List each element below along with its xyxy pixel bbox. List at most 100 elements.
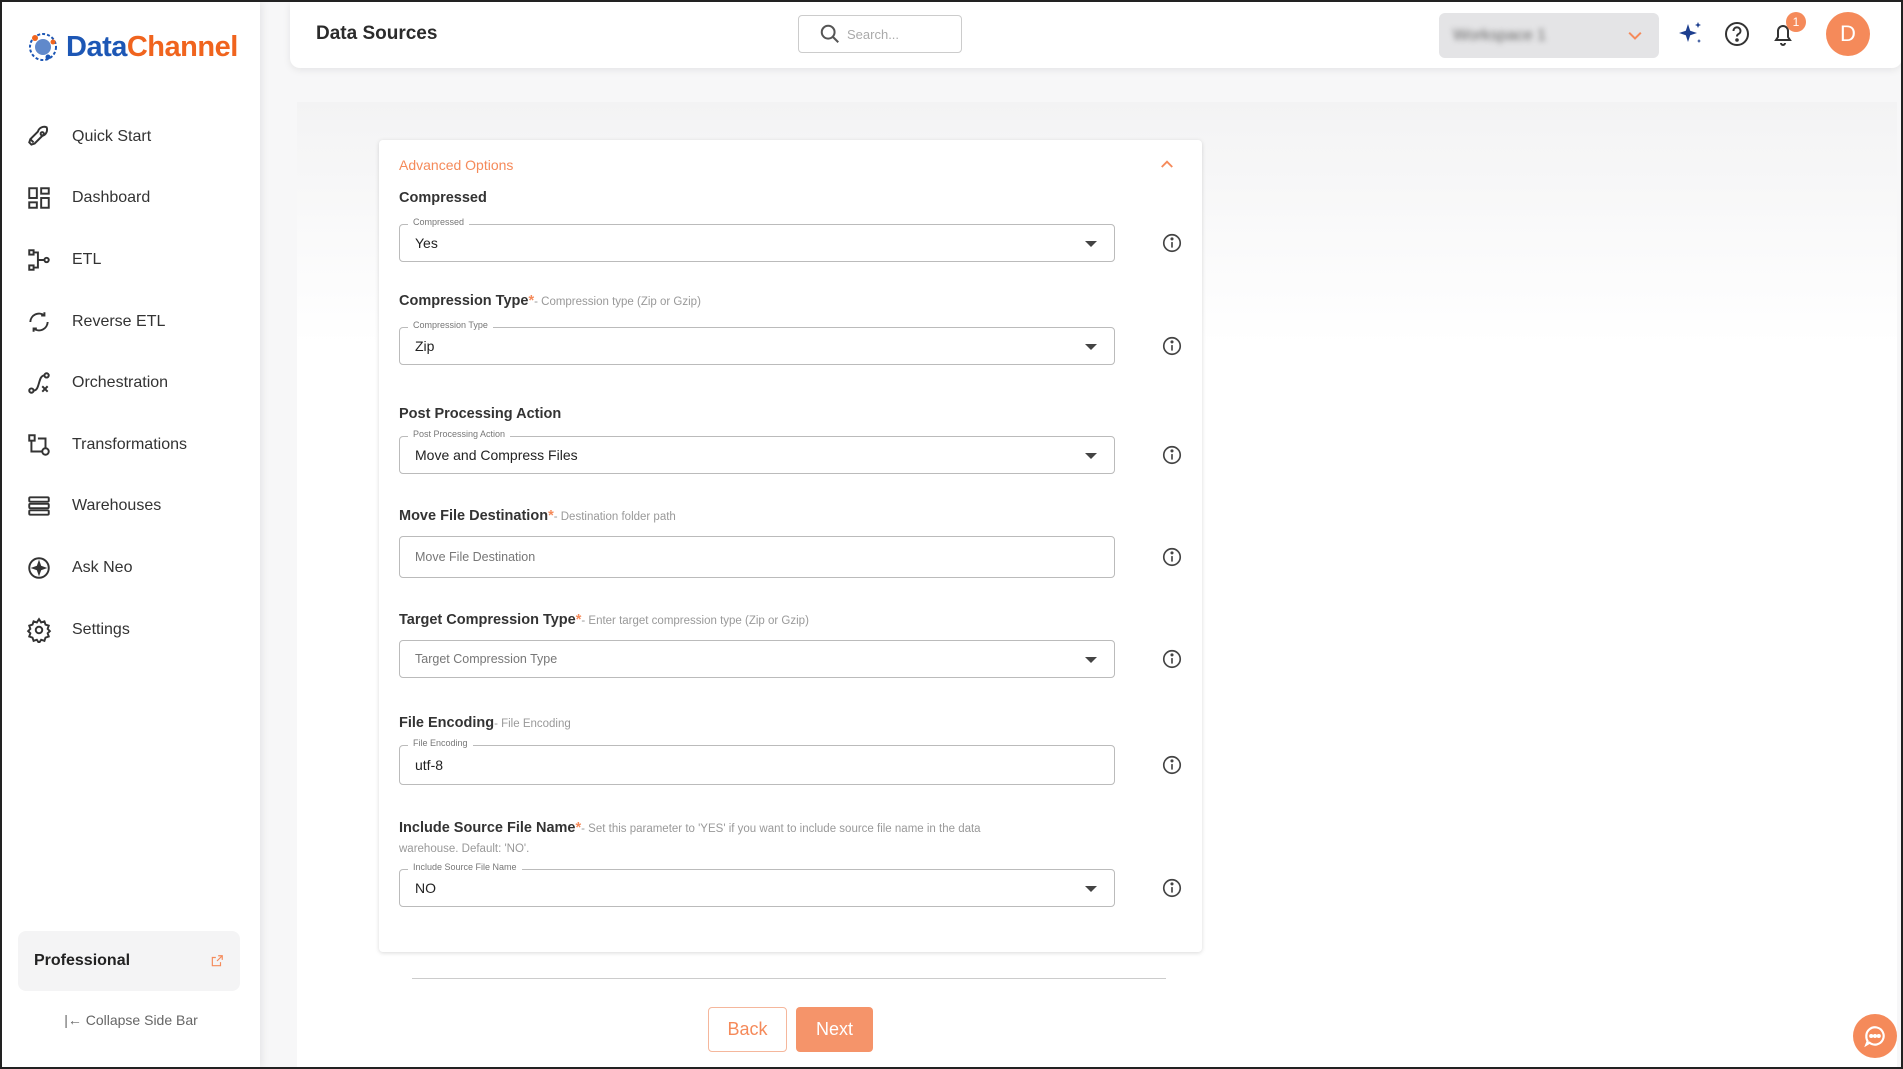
orchestration-icon	[28, 372, 50, 394]
sidebar-item-label: Ask Neo	[72, 558, 133, 576]
post-processing-action-field: Post Processing Action Post Processing A…	[399, 406, 1195, 474]
select-value: Move and Compress Files	[415, 447, 578, 463]
input-value: utf-8	[415, 757, 444, 773]
help-icon[interactable]	[1722, 19, 1752, 49]
field-label: File Encoding- File Encoding	[399, 715, 1195, 731]
search-input[interactable]	[847, 26, 957, 42]
float-label: File Encoding	[408, 738, 473, 748]
back-button[interactable]: Back	[708, 1007, 787, 1052]
sidebar-item-label: Dashboard	[72, 189, 151, 207]
sidebar-item-quick-start[interactable]: Quick Start	[2, 106, 260, 168]
target-compression-type-field: Target Compression Type*- Enter target c…	[399, 612, 1195, 678]
field-hint: - Destination folder path	[553, 511, 676, 523]
rocket-icon	[28, 125, 48, 146]
external-link-icon[interactable]	[210, 954, 224, 968]
info-icon[interactable]	[1161, 444, 1183, 466]
section-title[interactable]: Advanced Options	[399, 157, 513, 173]
chevron-up-icon[interactable]	[1158, 155, 1176, 173]
info-icon[interactable]	[1161, 232, 1183, 254]
select-placeholder: Target Compression Type	[415, 652, 558, 666]
transformations-icon	[28, 434, 50, 456]
compressed-select[interactable]: Compressed Yes	[399, 217, 1115, 262]
ai-sparkle-icon[interactable]	[1675, 19, 1705, 49]
field-label-text: Compression Type	[399, 293, 529, 309]
caret-down-icon	[1085, 344, 1097, 350]
chevron-down-icon	[1628, 31, 1642, 40]
page-title: Data Sources	[316, 23, 438, 44]
notification-badge: 1	[1786, 12, 1806, 32]
main-content: Advanced Options Compressed Compressed Y…	[297, 102, 1897, 1067]
sidebar-item-label: Warehouses	[72, 497, 162, 515]
next-button[interactable]: Next	[796, 1007, 873, 1052]
compressed-field: Compressed Compressed Yes	[399, 190, 1195, 262]
sidebar-item-label: Quick Start	[72, 127, 152, 145]
sidebar-item-warehouses[interactable]: Warehouses	[2, 476, 260, 538]
target-compression-type-select[interactable]: Target Compression Type	[399, 640, 1115, 678]
field-hint: - File Encoding	[494, 718, 571, 730]
etl-icon	[28, 249, 50, 271]
sidebar-item-label: Transformations	[72, 435, 187, 453]
top-header: Data Sources Workspace 1 1 D	[290, 2, 1901, 68]
info-icon[interactable]	[1161, 877, 1183, 899]
gear-icon	[26, 616, 52, 643]
caret-down-icon	[1085, 241, 1097, 247]
compression-type-select[interactable]: Compression Type Zip	[399, 320, 1115, 365]
sidebar: DataChannel Quick Start Dashboard ETL Re…	[2, 2, 260, 1067]
move-file-destination-input[interactable]: Move File Destination	[399, 536, 1115, 578]
field-label-text: Post Processing Action	[399, 406, 562, 422]
workspace-name: Workspace 1	[1453, 26, 1547, 44]
field-label: Move File Destination*- Destination fold…	[399, 508, 1195, 524]
sidebar-item-transformations[interactable]: Transformations	[2, 414, 260, 476]
divider	[412, 978, 1166, 979]
collapse-icon: |←	[64, 1012, 82, 1028]
file-encoding-input[interactable]: File Encoding utf-8	[399, 738, 1115, 785]
info-icon[interactable]	[1161, 648, 1183, 670]
collapse-label: Collapse Side Bar	[85, 1012, 198, 1028]
chat-icon	[1864, 1026, 1885, 1048]
info-icon[interactable]	[1161, 546, 1183, 568]
field-label: Compression Type*- Compression type (Zip…	[399, 293, 1195, 309]
post-processing-action-select[interactable]: Post Processing Action Move and Compress…	[399, 429, 1115, 474]
float-label: Compression Type	[408, 320, 493, 330]
sidebar-item-label: ETL	[72, 250, 102, 268]
plan-card[interactable]: Professional	[18, 931, 240, 991]
info-icon[interactable]	[1161, 754, 1183, 776]
sidebar-item-label: Settings	[72, 620, 130, 638]
field-label-text: Compressed	[399, 190, 487, 206]
select-value: Yes	[415, 235, 438, 251]
file-encoding-field: File Encoding- File Encoding File Encodi…	[399, 715, 1195, 785]
dashboard-icon	[28, 187, 50, 210]
datachannel-logo-icon	[29, 33, 57, 61]
sidebar-item-ask-neo[interactable]: Ask Neo	[2, 537, 260, 599]
search-box[interactable]	[798, 15, 962, 53]
sparkle-icon	[28, 557, 50, 579]
sidebar-item-dashboard[interactable]: Dashboard	[2, 168, 260, 230]
float-label: Post Processing Action	[408, 429, 511, 439]
workspace-selector[interactable]: Workspace 1	[1439, 13, 1659, 58]
float-label: Compressed	[408, 217, 470, 227]
field-hint: - Enter target compression type (Zip or …	[581, 615, 809, 627]
include-source-file-name-select[interactable]: Include Source File Name NO	[399, 862, 1115, 907]
field-label: Post Processing Action	[399, 406, 1195, 422]
info-icon[interactable]	[1161, 335, 1183, 357]
include-source-file-name-field: Include Source File Name*- Set this para…	[399, 819, 1195, 907]
logo[interactable]: DataChannel	[26, 30, 238, 64]
reverse-etl-icon	[29, 311, 49, 332]
brand-name-part2: Channel	[126, 30, 238, 63]
float-label: Include Source File Name	[408, 862, 522, 872]
sidebar-item-reverse-etl[interactable]: Reverse ETL	[2, 291, 260, 353]
collapse-sidebar-button[interactable]: |← Collapse Side Bar	[2, 1012, 260, 1028]
compression-type-field: Compression Type*- Compression type (Zip…	[399, 293, 1195, 365]
sidebar-item-settings[interactable]: Settings	[2, 599, 260, 661]
field-label: Include Source File Name*- Set this para…	[399, 819, 1039, 859]
sidebar-item-orchestration[interactable]: Orchestration	[2, 352, 260, 414]
chat-support-button[interactable]	[1853, 1014, 1897, 1058]
move-file-destination-field: Move File Destination*- Destination fold…	[399, 508, 1195, 578]
sidebar-nav: Quick Start Dashboard ETL Reverse ETL Or…	[2, 106, 260, 660]
avatar[interactable]: D	[1826, 12, 1870, 56]
brand-name-part1: Data	[66, 30, 127, 63]
field-label-text: File Encoding	[399, 715, 495, 731]
search-icon	[820, 24, 839, 43]
sidebar-item-etl[interactable]: ETL	[2, 229, 260, 291]
advanced-options-card: Advanced Options Compressed Compressed Y…	[379, 140, 1202, 952]
